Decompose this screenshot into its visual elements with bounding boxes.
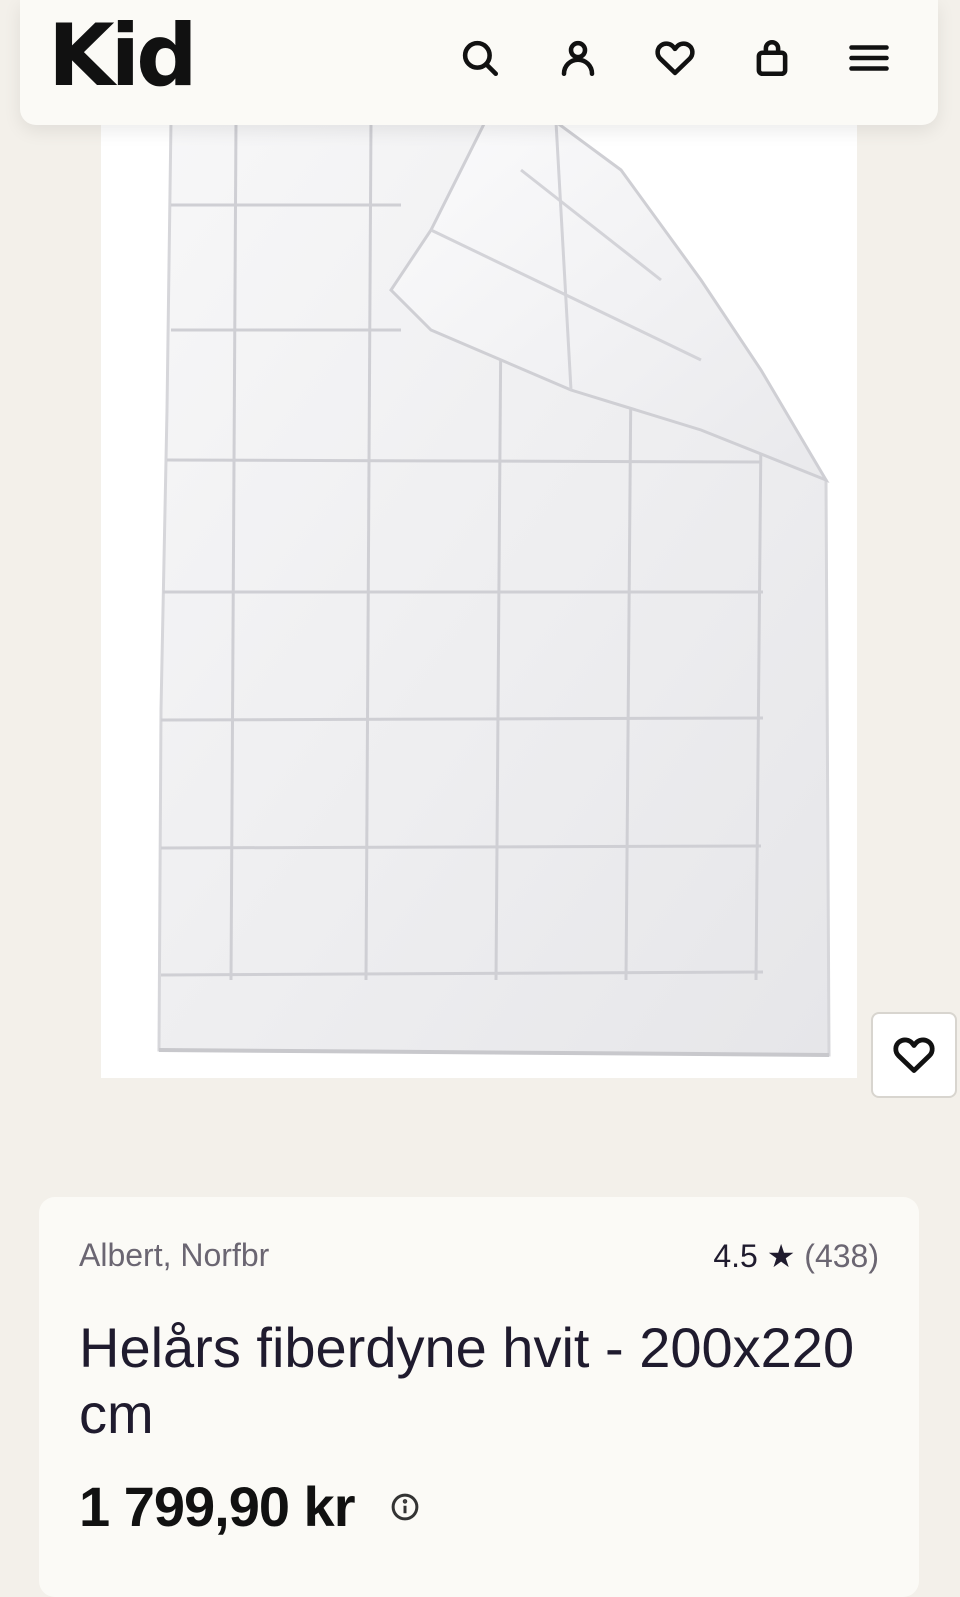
product-price: 1 799,90 kr [79, 1475, 355, 1538]
duvet-illustration [157, 118, 831, 1057]
rating-value: 4.5 [713, 1238, 758, 1274]
product-title: Helårs fiberdyne hvit - 200x220 cm [79, 1316, 855, 1445]
search-icon[interactable] [452, 30, 508, 86]
product-brand[interactable]: Albert, Norfbr [79, 1237, 269, 1274]
star-icon: ★ [766, 1238, 796, 1274]
price-row: 1 799,90 kr [79, 1474, 420, 1539]
menu-icon[interactable] [841, 30, 897, 86]
heart-icon[interactable] [647, 30, 703, 86]
heart-icon [893, 1037, 935, 1073]
user-icon[interactable] [550, 30, 606, 86]
site-logo[interactable]: Kid [48, 6, 198, 106]
product-image[interactable] [101, 110, 857, 1078]
site-header: Kid [20, 0, 938, 125]
bag-icon[interactable] [744, 30, 800, 86]
product-info-card: Albert, Norfbr 4.5 ★ (438) Helårs fiberd… [39, 1197, 919, 1597]
add-to-favorites-button[interactable] [871, 1012, 957, 1098]
review-count: (438) [804, 1238, 879, 1274]
product-rating[interactable]: 4.5 ★ (438) [713, 1237, 879, 1275]
info-icon[interactable] [390, 1492, 420, 1522]
